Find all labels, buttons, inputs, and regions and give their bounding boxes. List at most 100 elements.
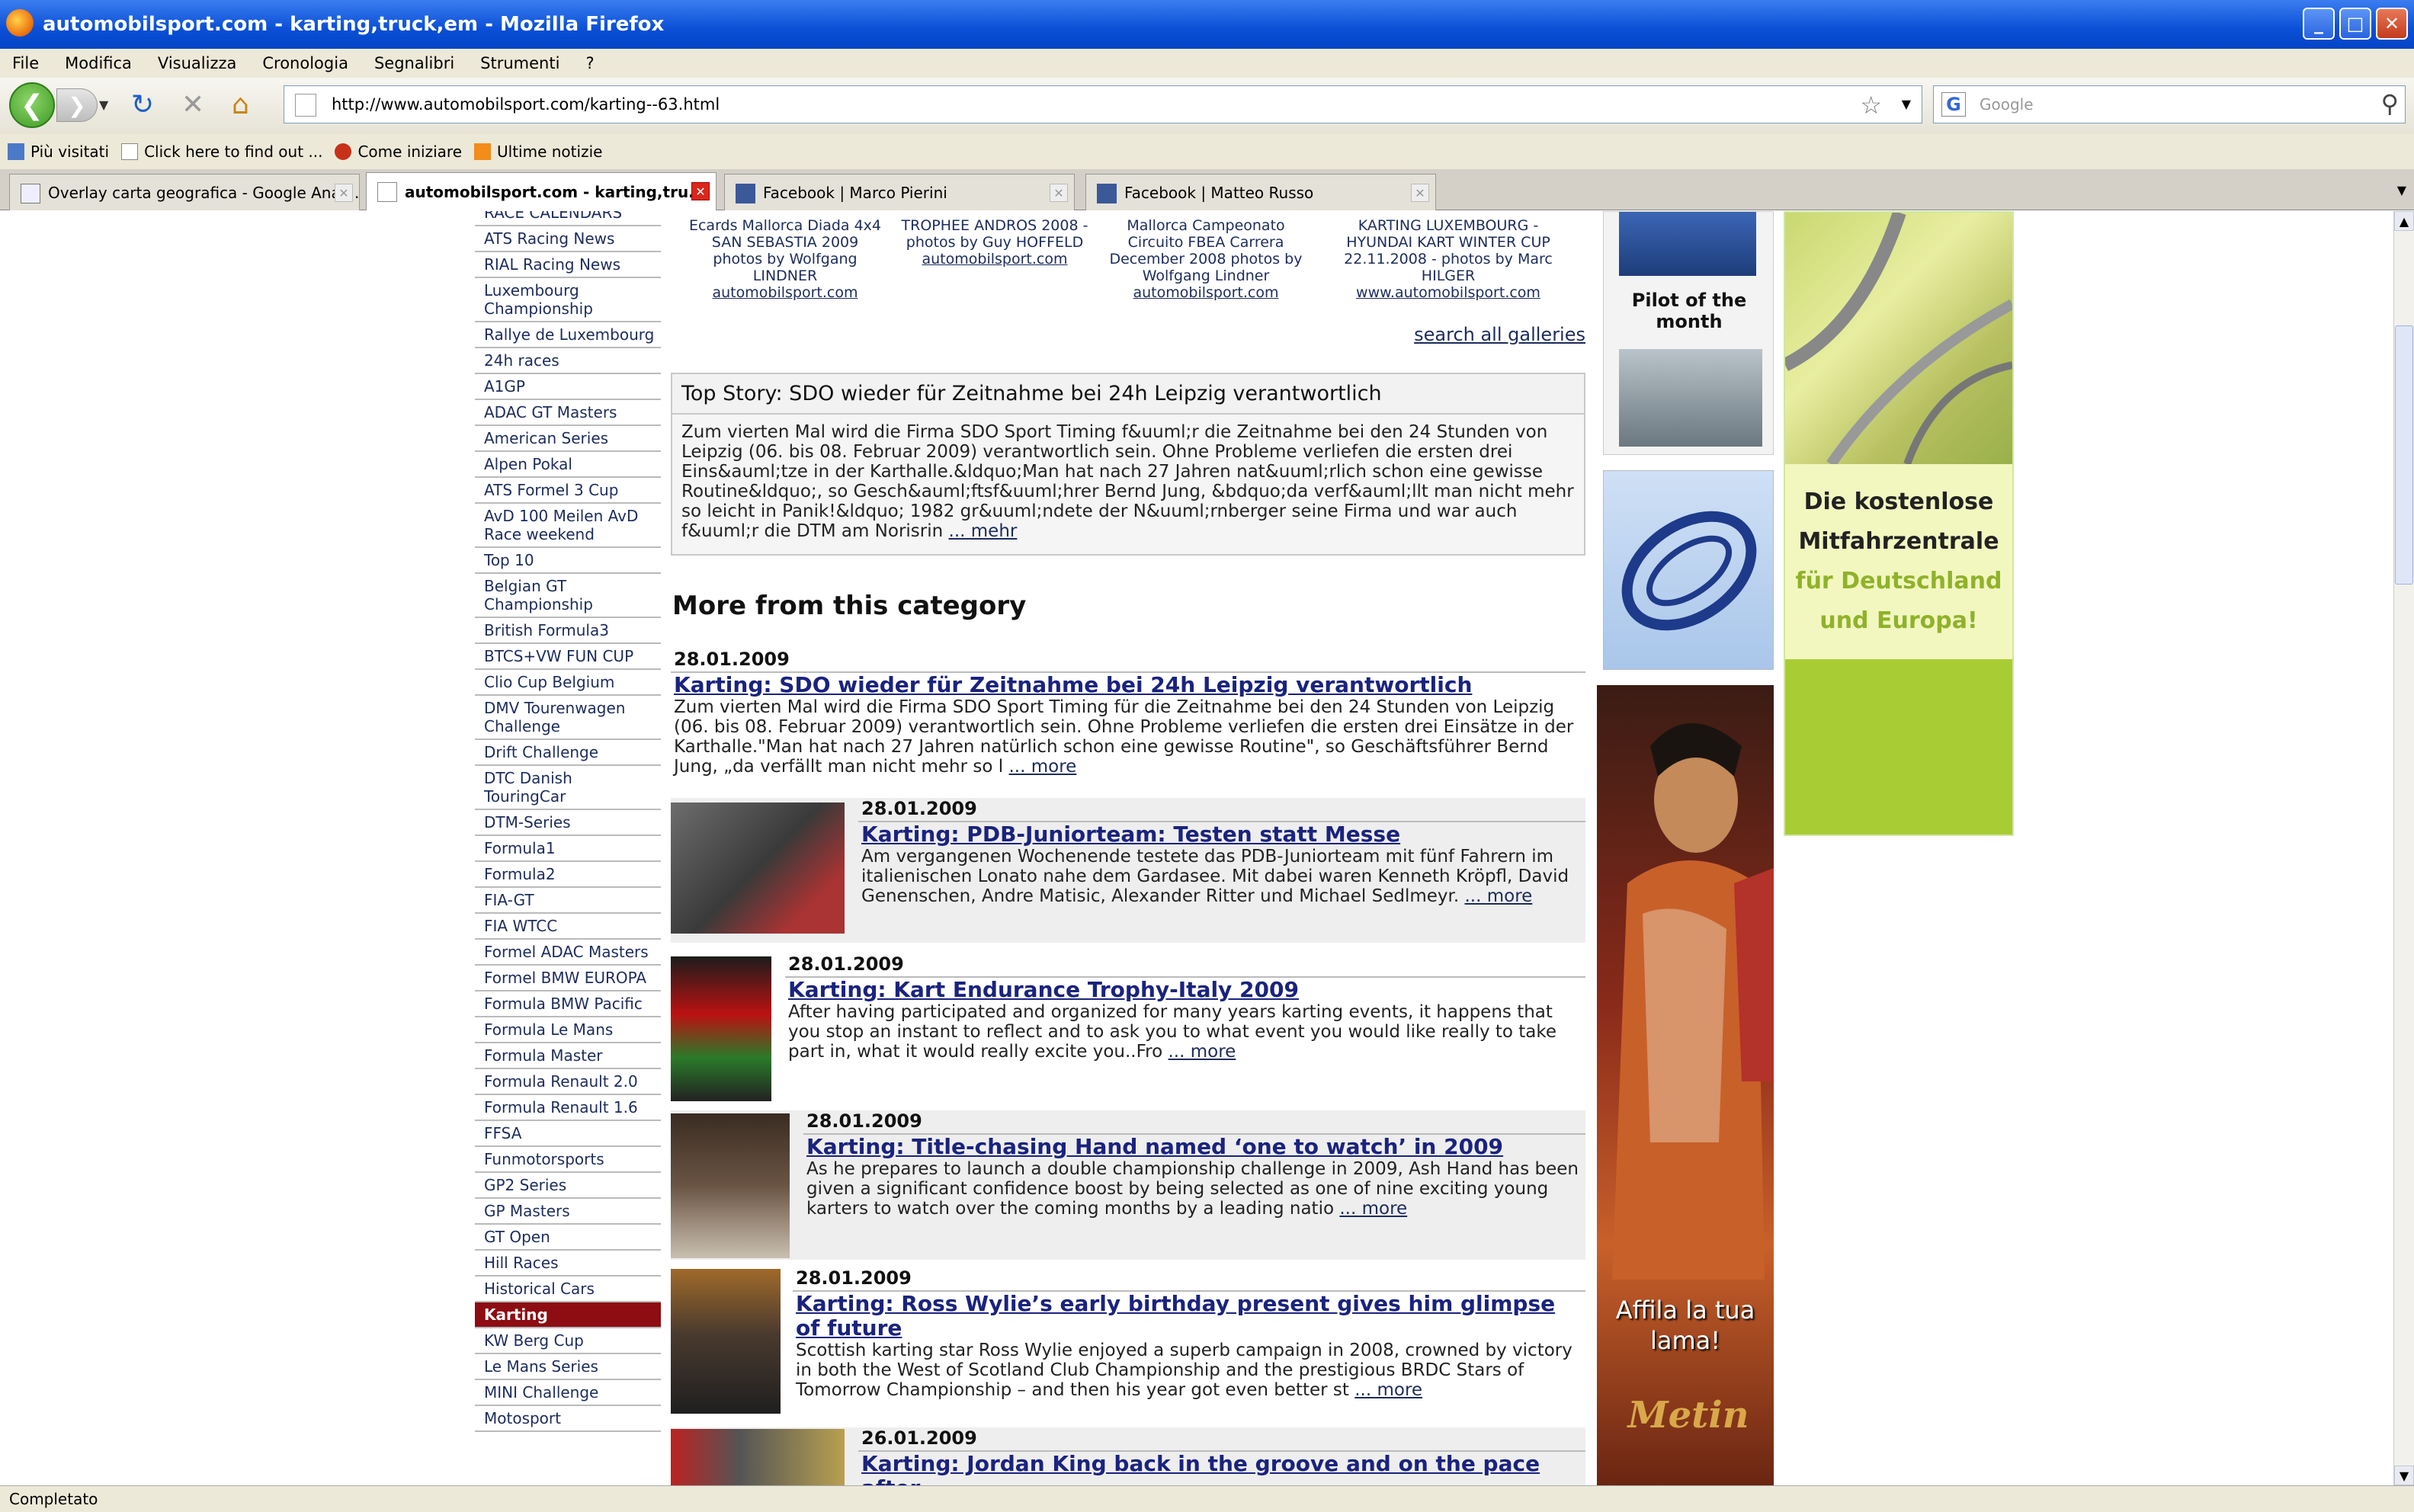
- search-icon[interactable]: ⚲: [2381, 89, 2399, 118]
- article-thumbnail[interactable]: [671, 1269, 781, 1414]
- article-more-link[interactable]: ... more: [1008, 757, 1076, 777]
- minimize-button[interactable]: _: [2303, 8, 2335, 40]
- sidebar-item[interactable]: Historical Cars: [475, 1277, 661, 1302]
- article-more-link[interactable]: ... more: [1354, 1380, 1422, 1400]
- sidebar-item[interactable]: Rallye de Luxembourg: [475, 322, 661, 348]
- sidebar-item[interactable]: DTC Danish TouringCar: [475, 766, 661, 810]
- gallery-item[interactable]: Mallorca Campeonato Circuito FBEA Carrer…: [1107, 217, 1305, 301]
- sidebar-item[interactable]: Formula Renault 1.6: [475, 1095, 661, 1121]
- tab-google-analytics[interactable]: Overlay carta geografica - Google Anal..…: [9, 174, 360, 210]
- sidebar-item[interactable]: ATS Formel 3 Cup: [475, 478, 661, 504]
- tab-close-icon[interactable]: ✕: [1050, 184, 1068, 202]
- tab-automobilsport[interactable]: automobilsport.com - karting,tru... ✕: [366, 172, 717, 210]
- sidebar-item[interactable]: Funmotorsports: [475, 1147, 661, 1173]
- stop-icon[interactable]: ✕: [181, 90, 204, 120]
- tab-close-icon[interactable]: ✕: [691, 182, 710, 200]
- sidebar-item[interactable]: Clio Cup Belgium: [475, 670, 661, 696]
- article-headline-link[interactable]: Karting: SDO wieder für Zeitnahme bei 24…: [671, 673, 1585, 697]
- bookmark-find-out[interactable]: Click here to find out ...: [121, 143, 322, 161]
- scroll-up-icon[interactable]: ▲: [2394, 211, 2414, 231]
- bookmark-latest-news[interactable]: Ultime notizie: [474, 143, 602, 161]
- menu-visualizza[interactable]: Visualizza: [158, 54, 236, 72]
- bookmark-getting-started[interactable]: Come iniziare: [335, 143, 462, 161]
- mitfahrzentrale-ad[interactable]: Die kostenlose Mitfahrzentrale für Deuts…: [1781, 211, 2015, 836]
- gallery-item[interactable]: TROPHEE ANDROS 2008 - photos by Guy HOFF…: [896, 217, 1094, 267]
- sidebar-item[interactable]: Luxembourg Championship: [475, 278, 661, 322]
- article-headline-link[interactable]: Karting: Kart Endurance Trophy-Italy 200…: [785, 978, 1585, 1002]
- maximize-button[interactable]: □: [2339, 8, 2371, 40]
- article-headline-link[interactable]: Karting: Title-chasing Hand named ‘one t…: [803, 1135, 1585, 1159]
- sidebar-item[interactable]: Formel BMW EUROPA: [475, 966, 661, 991]
- sidebar-item[interactable]: Formel ADAC Masters: [475, 940, 661, 966]
- tab-close-icon[interactable]: ✕: [1411, 184, 1429, 202]
- automobilsport-logo-ad[interactable]: [1603, 470, 1774, 670]
- bookmark-star-icon[interactable]: ☆: [1860, 91, 1882, 120]
- gallery-title[interactable]: TROPHEE ANDROS 2008 - photos by Guy HOFF…: [896, 217, 1094, 251]
- gallery-item[interactable]: Ecards Mallorca Diada 4x4 SAN SEBASTIA 2…: [686, 217, 884, 301]
- menu-strumenti[interactable]: Strumenti: [480, 54, 559, 72]
- menu-help[interactable]: ?: [585, 54, 594, 72]
- article-headline-link[interactable]: Karting: PDB-Juniorteam: Testen statt Me…: [858, 822, 1585, 847]
- article-thumbnail[interactable]: [671, 1429, 845, 1485]
- pilot-photo[interactable]: [1619, 349, 1762, 447]
- sidebar-item[interactable]: A1GP: [475, 374, 661, 400]
- top-story-title[interactable]: Top Story: SDO wieder für Zeitnahme bei …: [672, 374, 1584, 415]
- article-more-link[interactable]: ... more: [1339, 1199, 1407, 1219]
- sidebar-item[interactable]: BTCS+VW FUN CUP: [475, 644, 661, 670]
- sidebar-item[interactable]: Drift Challenge: [475, 740, 661, 766]
- gallery-title[interactable]: KARTING LUXEMBOURG - HYUNDAI KART WINTER…: [1326, 217, 1570, 284]
- sidebar-item[interactable]: Alpen Pokal: [475, 452, 661, 478]
- vertical-scrollbar[interactable]: ▲ ▼: [2393, 211, 2414, 1485]
- address-bar[interactable]: http://www.automobilsport.com/karting--6…: [284, 85, 1922, 123]
- article-thumbnail[interactable]: [671, 802, 845, 934]
- tab-list-icon[interactable]: ▼: [2397, 183, 2406, 197]
- tab-facebook-marco[interactable]: Facebook | Marco Pierini ✕: [724, 174, 1075, 210]
- sidebar-item[interactable]: American Series: [475, 426, 661, 452]
- google-engine-icon[interactable]: G: [1941, 92, 1966, 117]
- sidebar-item[interactable]: GP Masters: [475, 1199, 661, 1225]
- sidebar-item[interactable]: GT Open: [475, 1225, 661, 1251]
- sidebar-item[interactable]: Formula2: [475, 862, 661, 888]
- sidebar-item[interactable]: AvD 100 Meilen AvD Race weekend: [475, 504, 661, 548]
- sidebar-item[interactable]: ADAC GT Masters: [475, 400, 661, 426]
- history-dropdown-icon[interactable]: ▼: [99, 98, 108, 112]
- sidebar-item[interactable]: British Formula3: [475, 618, 661, 644]
- sidebar-item[interactable]: GP2 Series: [475, 1173, 661, 1199]
- sidebar-item[interactable]: RIAL Racing News: [475, 252, 661, 278]
- sidebar-item[interactable]: MINI Challenge: [475, 1380, 661, 1406]
- metin-game-ad[interactable]: Affila la tua lama! Metin: [1597, 685, 1774, 1485]
- sidebar-item[interactable]: FIA-GT: [475, 888, 661, 914]
- sidebar-item[interactable]: Formula Le Mans: [475, 1017, 661, 1043]
- url-dropdown-icon[interactable]: ▼: [1902, 97, 1911, 111]
- search-all-galleries-link[interactable]: search all galleries: [1414, 324, 1585, 345]
- gallery-link[interactable]: automobilsport.com: [1107, 284, 1305, 301]
- article-headline-link[interactable]: Karting: Jordan King back in the groove …: [858, 1452, 1585, 1486]
- menu-file[interactable]: File: [12, 54, 39, 72]
- menu-segnalibri[interactable]: Segnalibri: [374, 54, 454, 72]
- sidebar-item[interactable]: Formula Master: [475, 1043, 661, 1069]
- tab-close-icon[interactable]: ✕: [335, 184, 353, 202]
- home-icon[interactable]: ⌂: [232, 90, 249, 120]
- gallery-title[interactable]: Mallorca Campeonato Circuito FBEA Carrer…: [1107, 217, 1305, 284]
- article-thumbnail[interactable]: [671, 956, 771, 1101]
- gallery-item[interactable]: KARTING LUXEMBOURG - HYUNDAI KART WINTER…: [1326, 217, 1570, 301]
- close-button[interactable]: ✕: [2376, 8, 2408, 40]
- gallery-link[interactable]: automobilsport.com: [896, 251, 1094, 267]
- sidebar-item[interactable]: Hill Races: [475, 1251, 661, 1277]
- scroll-down-icon[interactable]: ▼: [2394, 1466, 2414, 1485]
- sidebar-item[interactable]: 24h races: [475, 348, 661, 374]
- forward-button[interactable]: ❯: [56, 88, 98, 122]
- back-button[interactable]: ❮: [9, 82, 55, 128]
- sidebar-item[interactable]: DTM-Series: [475, 810, 661, 836]
- article-more-link[interactable]: ... more: [1169, 1042, 1236, 1062]
- sidebar-item[interactable]: RACE CALENDARS: [475, 211, 661, 226]
- article-more-link[interactable]: ... more: [1464, 886, 1532, 906]
- sidebar-item[interactable]: DMV Tourenwagen Challenge: [475, 696, 661, 740]
- gallery-title[interactable]: Ecards Mallorca Diada 4x4 SAN SEBASTIA 2…: [686, 217, 884, 284]
- sidebar-item[interactable]: ATS Racing News: [475, 226, 661, 252]
- pilot-image-top[interactable]: [1619, 212, 1756, 276]
- top-story-more-link[interactable]: ... mehr: [949, 521, 1018, 541]
- gallery-link[interactable]: www.automobilsport.com: [1326, 284, 1570, 301]
- sidebar-item[interactable]: Formula1: [475, 836, 661, 862]
- sidebar-item[interactable]: Formula Renault 2.0: [475, 1069, 661, 1095]
